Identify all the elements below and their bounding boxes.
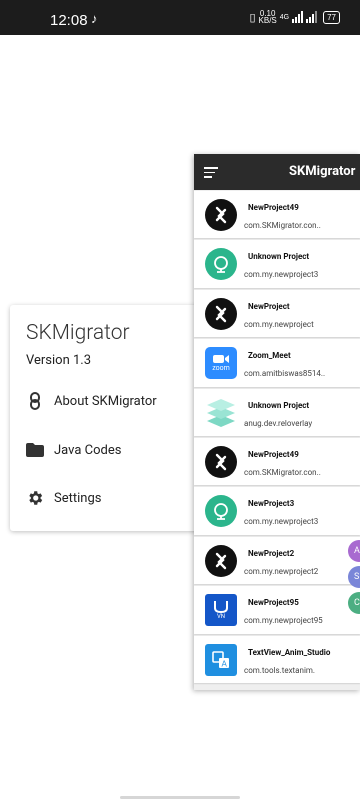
- project-card[interactable]: NewProject3 com.my.newproject3: [194, 487, 360, 535]
- project-name: NewProject3: [248, 499, 295, 509]
- project-card[interactable]: Unknown Project anug.dev.reloverlay: [194, 388, 360, 436]
- project-card[interactable]: zoom Zoom_Meet com.amitbiswas8514..: [194, 339, 360, 387]
- menu-item-label: About SKMigrator: [54, 393, 157, 409]
- battery-icon: 77: [323, 10, 340, 24]
- sketchware-icon: [205, 544, 237, 577]
- project-card[interactable]: NewProject2 com.my.newproject2: [194, 536, 360, 585]
- zoom-icon-label: zoom: [212, 364, 230, 373]
- signal-2-icon: [306, 11, 318, 23]
- project-package: com.amitbiswas8514..: [244, 369, 326, 379]
- folder-icon: [26, 441, 44, 459]
- fab-label: C: [354, 598, 360, 608]
- gesture-bar[interactable]: [120, 796, 240, 799]
- project-name: NewProject2: [248, 548, 295, 558]
- project-package: com.my.newproject: [244, 319, 314, 329]
- project-name: Unknown Project: [248, 400, 310, 410]
- project-package: com.tools.textanim.: [244, 665, 316, 675]
- project-card[interactable]: NewProject49 com.SKMigrator.con..: [194, 191, 360, 239]
- drawer-title: SKMigrator: [26, 321, 130, 345]
- menu-item-label: Settings: [54, 490, 102, 506]
- menu-item-java-codes[interactable]: Java Codes: [26, 438, 121, 462]
- status-indicators: ▯ 0.10 KB/S 4G 77: [249, 10, 340, 25]
- globe-icon: [205, 248, 237, 281]
- status-bar: 12:08 ♪ ▯ 0.10 KB/S 4G 77: [0, 0, 360, 35]
- project-name: NewProject49: [248, 203, 299, 212]
- project-name: NewProject49: [248, 449, 299, 459]
- menu-icon[interactable]: [204, 167, 218, 178]
- project-card[interactable]: Unknown Project com.my.newproject3: [194, 240, 360, 288]
- zoom-icon: zoom: [205, 347, 237, 380]
- project-package: com.my.newproject3: [244, 517, 319, 527]
- project-package: anug.dev.reloverlay: [244, 418, 313, 428]
- vibrate-icon: ▯: [249, 11, 256, 24]
- layers-icon: [205, 397, 237, 429]
- project-card[interactable]: NewProject com.my.newproject: [194, 289, 360, 338]
- sketchware-icon: [205, 297, 237, 330]
- vn-icon: VN: [205, 594, 237, 627]
- gear-icon: [26, 489, 44, 507]
- navigation-drawer: SKMigrator Version 1.3 About SKMigrator …: [10, 305, 200, 531]
- project-package: com.my.newproject95: [244, 616, 323, 626]
- project-package: com.SKMigrator.con..: [244, 221, 321, 230]
- project-list: NewProject49 com.SKMigrator.con.. Unknow…: [194, 191, 360, 685]
- project-name: NewProject95: [248, 598, 299, 608]
- fab-label: A: [354, 546, 360, 556]
- project-package: com.SKMigrator.con..: [244, 467, 321, 477]
- project-package: com.my.newproject2: [244, 566, 319, 576]
- signal-1-icon: [292, 11, 304, 23]
- menu-item-label: Java Codes: [54, 442, 122, 458]
- project-name: NewProject: [248, 301, 290, 311]
- svg-text:A: A: [222, 659, 228, 668]
- project-name: Unknown Project: [248, 252, 310, 262]
- status-time: 12:08: [50, 12, 88, 29]
- network-speed: 0.10 KB/S: [258, 10, 277, 25]
- sketchware-icon: [205, 199, 237, 231]
- music-note-icon: ♪: [91, 11, 98, 26]
- drawer-version: Version 1.3: [26, 353, 92, 368]
- toolbar: SKMigrator: [194, 154, 360, 190]
- project-name: TextView_Anim_Studio: [248, 647, 331, 657]
- text-anim-icon: A: [205, 643, 237, 676]
- project-name: Zoom_Meet: [248, 351, 291, 361]
- link-icon: [26, 392, 44, 410]
- globe-icon: [205, 495, 237, 528]
- vn-icon-label: VN: [216, 613, 226, 621]
- project-card[interactable]: NewProject49 com.SKMigrator.con..: [194, 437, 360, 486]
- sketchware-icon: [205, 445, 237, 478]
- speed-unit: KB/S: [258, 16, 277, 25]
- menu-item-settings[interactable]: Settings: [26, 486, 101, 510]
- project-card[interactable]: VN NewProject95 com.my.newproject95: [194, 586, 360, 634]
- fab-label: S: [354, 572, 360, 582]
- project-package: com.my.newproject3: [244, 270, 319, 280]
- menu-item-about[interactable]: About SKMigrator: [26, 389, 157, 413]
- main-panel: SKMigrator NewProject49 com.SKMigrator.c…: [194, 154, 360, 690]
- project-card[interactable]: A TextView_Anim_Studio com.tools.textani…: [194, 635, 360, 683]
- network-type: 4G: [279, 13, 290, 21]
- toolbar-title: SKMigrator: [289, 164, 356, 179]
